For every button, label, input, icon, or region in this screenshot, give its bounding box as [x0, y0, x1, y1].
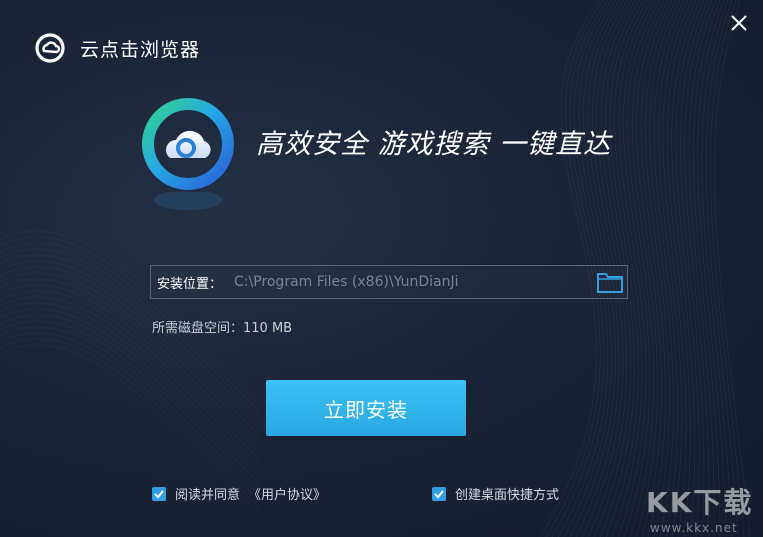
- install-path-field: 安装位置：: [150, 265, 628, 299]
- shortcut-checkbox-row[interactable]: 创建桌面快捷方式: [432, 484, 559, 503]
- agreement-label: 阅读并同意: [175, 488, 241, 503]
- watermark-url: www.kkx.net: [650, 521, 738, 535]
- close-button[interactable]: [724, 8, 754, 38]
- folder-icon: [597, 273, 623, 293]
- slogan: 高效安全 游戏搜索 一键直达: [256, 129, 612, 160]
- shortcut-label: 创建桌面快捷方式: [455, 488, 560, 503]
- cloud-logo-icon: [35, 33, 65, 63]
- install-now-button[interactable]: 立即安装: [266, 380, 466, 436]
- user-agreement-link[interactable]: 《用户协议》: [248, 484, 326, 503]
- shortcut-checkbox[interactable]: [432, 486, 446, 501]
- check-icon: [154, 489, 164, 498]
- agreement-checkbox-row[interactable]: 阅读并同意 《用户协议》: [152, 484, 326, 503]
- installer-window: 云点击浏览器 高效安全 游戏搜索 一键直达 安装位置： C:\Program F…: [0, 0, 763, 537]
- disk-space-text: 所需磁盘空间：110 MB: [152, 321, 293, 336]
- site-watermark: KK下载 www.kkx.net: [646, 481, 754, 535]
- check-icon: [434, 489, 444, 498]
- install-path-label: 安装位置：: [157, 276, 223, 292]
- agreement-checkbox[interactable]: [152, 486, 166, 501]
- brand-logo-icon: [142, 98, 234, 190]
- watermark-logo: KK下载: [646, 486, 754, 519]
- brand-logo-reflection: [154, 192, 222, 210]
- install-path-input[interactable]: [232, 273, 593, 291]
- close-icon: [731, 15, 747, 31]
- app-title: 云点击浏览器: [80, 39, 201, 61]
- browse-folder-button[interactable]: [593, 266, 627, 298]
